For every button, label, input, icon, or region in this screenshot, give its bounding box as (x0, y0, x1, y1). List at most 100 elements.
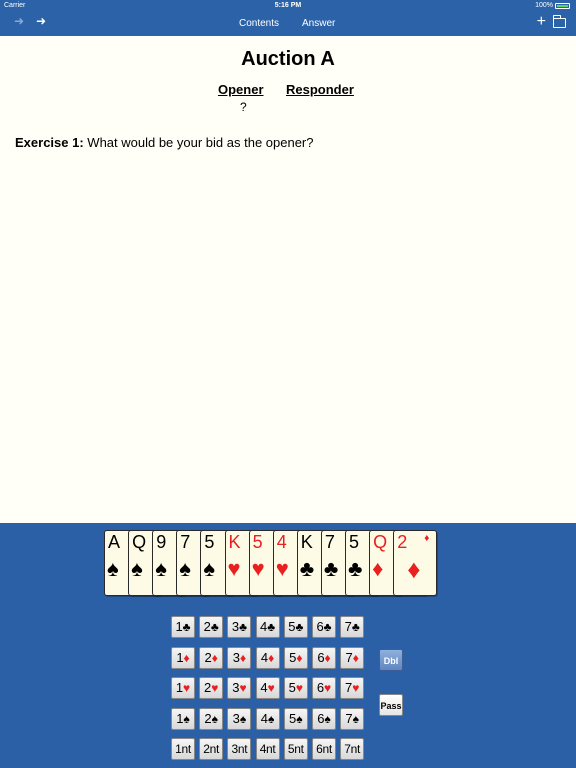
plus-icon[interactable]: + (537, 13, 546, 31)
card-suit-icon: ♣ (348, 556, 363, 581)
bid-button[interactable]: 1♦ (171, 646, 195, 669)
bid-button[interactable]: 7♦ (340, 646, 365, 669)
card-suit-icon: ♠ (131, 556, 143, 581)
bid-suit-icon: ♣ (210, 620, 219, 634)
bid-button[interactable]: 7♠ (340, 707, 365, 730)
answer-button[interactable]: Answer (302, 18, 335, 29)
bid-suit-icon: ♠ (211, 711, 218, 726)
bid-suit-icon: ♣ (267, 620, 276, 634)
bid-button[interactable]: 5♣ (283, 616, 308, 638)
card-suit-icon: ♦ (407, 554, 421, 584)
card-suit-icon: ♥ (275, 556, 289, 581)
bid-button[interactable]: 3♥ (227, 677, 252, 699)
bid-suit-icon: ♣ (182, 620, 191, 634)
bid-button[interactable]: 4♦ (255, 646, 280, 669)
card-corner-suit-icon: ♦ (424, 533, 430, 544)
bid-level: 7 (345, 710, 353, 726)
card-suit-icon: ♠ (179, 556, 191, 581)
bid-suit-icon: ♠ (239, 711, 247, 726)
bid-button-notrump[interactable]: 7nt (340, 738, 365, 760)
bid-button[interactable]: 1♠ (171, 707, 195, 730)
bid-button[interactable]: 3♦ (227, 646, 252, 669)
battery-icon (555, 2, 570, 9)
card-rank: 7 (324, 532, 335, 552)
bid-button[interactable]: 2♥ (199, 677, 224, 699)
bid-button[interactable]: 2♠ (199, 707, 224, 730)
bid-level: 6 (317, 649, 325, 665)
opener-bid: ? (240, 100, 247, 114)
bid-level: 6 (316, 680, 325, 695)
bid-suit-icon: ♥ (324, 681, 332, 695)
bid-level: 4 (260, 710, 269, 726)
bid-suit-icon: ♣ (323, 620, 332, 634)
bid-button[interactable]: 4♥ (255, 677, 280, 699)
bid-button[interactable]: 6♣ (312, 616, 336, 638)
card-rank: 5 (204, 532, 215, 552)
bid-suit-icon: ♠ (268, 711, 275, 726)
card-rank: 5 (252, 532, 263, 552)
bid-suit-icon: ♣ (295, 620, 304, 634)
exercise-question: What would be your bid as the opener? (87, 135, 314, 150)
bid-button[interactable]: 2♦ (199, 646, 224, 669)
bid-button-notrump[interactable]: 6nt (312, 738, 336, 760)
responder-column-header: Responder (286, 82, 354, 97)
bid-button[interactable]: 4♣ (255, 616, 280, 638)
bid-button[interactable]: 3♠ (227, 707, 252, 730)
bid-level: 2 (203, 619, 211, 634)
bid-level: 1 (175, 680, 184, 695)
bid-button[interactable]: 6♠ (312, 707, 336, 730)
bid-level: 1 (175, 619, 183, 634)
card-rank: 5 (349, 532, 360, 552)
bid-level: 6 (316, 619, 324, 634)
bid-level: 3 (231, 619, 240, 634)
bid-suit-icon: ♦ (183, 650, 190, 665)
bid-button-notrump[interactable]: 2nt (199, 738, 224, 760)
bid-level: 1 (176, 649, 184, 665)
player-hand: A ♠ Q ♠ 9 ♠ 7 ♠ 5 ♠ K ♥ 5 ♥ 4 ♥ K ♣ 7 ♣ 5 ♣ Q ♦ 2 ♦ ♦ (104, 530, 474, 596)
bid-button-notrump[interactable]: 3nt (227, 738, 252, 760)
bid-suit-icon: ♥ (183, 681, 191, 695)
bid-suit-icon: ♦ (211, 650, 218, 665)
auction-header: Opener Responder (0, 82, 576, 97)
bid-button-notrump[interactable]: 4nt (255, 738, 280, 760)
card-suit-icon: ♥ (227, 556, 241, 581)
bid-level: 3 (232, 649, 240, 665)
card-rank: Q (132, 532, 147, 552)
left-arrow-icon[interactable]: ➜ (14, 14, 24, 28)
bid-button[interactable]: 5♥ (283, 677, 308, 699)
bid-level: 7 (345, 649, 353, 665)
pass-button[interactable]: Pass (379, 694, 403, 716)
card-suit-icon: ♠ (107, 556, 119, 581)
bid-button[interactable]: 6♥ (312, 677, 336, 699)
bid-button[interactable]: 1♥ (171, 677, 195, 699)
bid-button-notrump[interactable]: 1nt (171, 738, 195, 760)
folder-icon[interactable] (553, 15, 566, 28)
card-rank: K (300, 532, 313, 552)
card-rank: 9 (156, 532, 167, 552)
bid-suit-icon: ♣ (239, 620, 247, 634)
bid-level: 3 (232, 710, 240, 726)
card-rank: K (228, 532, 241, 552)
bid-suit-icon: ♦ (324, 650, 331, 665)
playing-card: 2 ♦ ♦ (393, 530, 438, 596)
bid-button[interactable]: 5♦ (283, 646, 308, 669)
bid-button[interactable]: 7♥ (340, 677, 365, 699)
clock: 5:16 PM (274, 2, 302, 9)
bid-button[interactable]: 2♣ (199, 616, 224, 638)
bid-suit-icon: ♥ (267, 681, 275, 695)
bid-button[interactable]: 4♠ (255, 707, 280, 730)
bid-button[interactable]: 5♠ (283, 707, 308, 730)
bid-button-notrump[interactable]: 5nt (283, 738, 308, 760)
double-button[interactable]: Dbl (379, 649, 403, 671)
bid-button[interactable]: 3♣ (227, 616, 252, 638)
bid-suit-icon: ♠ (324, 711, 331, 726)
right-arrow-icon[interactable]: ➜ (36, 14, 46, 28)
card-suit-icon: ♠ (155, 556, 167, 581)
bid-button[interactable]: 7♣ (340, 616, 365, 638)
contents-button[interactable]: Contents (239, 18, 279, 29)
bid-suit-icon: ♦ (352, 650, 359, 665)
bid-level: 5 (288, 680, 296, 695)
bid-button[interactable]: 6♦ (312, 646, 336, 669)
bid-suit-icon: ♦ (239, 650, 247, 665)
bid-button[interactable]: 1♣ (171, 616, 195, 638)
